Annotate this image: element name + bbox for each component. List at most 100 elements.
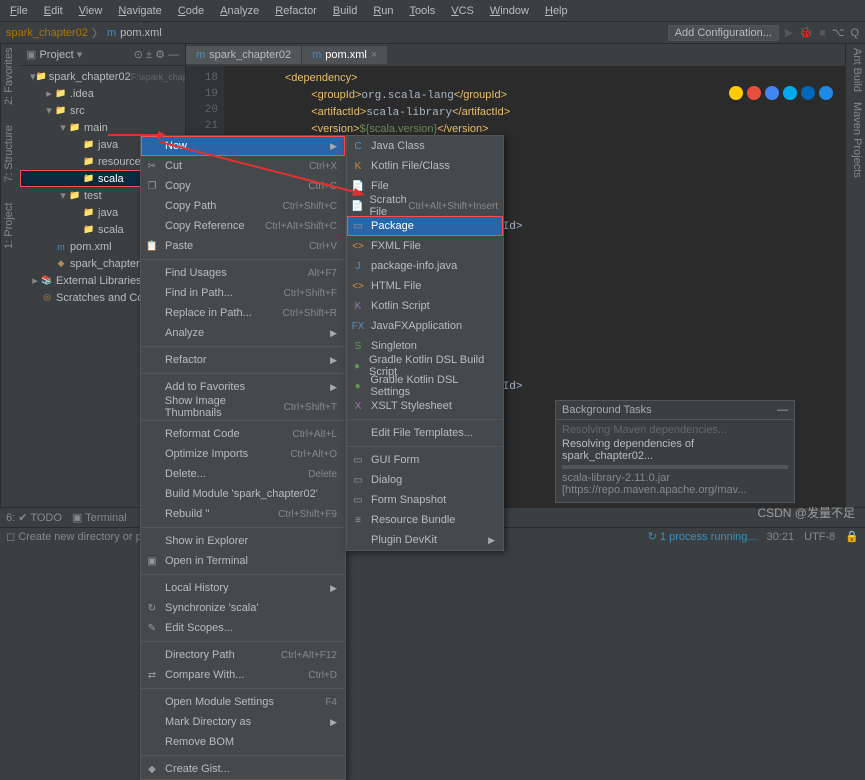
menu-item-remove-bom[interactable]: Remove BOM	[141, 732, 345, 752]
menu-item-gradle-kotlin-dsl-settings[interactable]: ●Gradle Kotlin DSL Settings	[347, 376, 503, 396]
menu-item-local-history[interactable]: Local History ▶	[141, 578, 345, 598]
terminal-tab[interactable]: ▣ Terminal	[72, 511, 127, 524]
breadcrumb-project[interactable]: spark_chapter02	[6, 27, 88, 39]
menu-item-plugin-devkit[interactable]: Plugin DevKit ▶	[347, 530, 503, 550]
gear-icon[interactable]: ⚙	[155, 49, 165, 61]
browser-icon[interactable]	[765, 86, 779, 100]
menu-item-cut[interactable]: ✂CutCtrl+X	[141, 156, 345, 176]
main-menubar[interactable]: FileEditViewNavigate CodeAnalyzeRefactorB…	[0, 0, 865, 22]
menu-item-directory-path[interactable]: Directory PathCtrl+Alt+F12	[141, 645, 345, 665]
menu-item-xslt-stylesheet[interactable]: XXSLT Stylesheet	[347, 396, 503, 416]
menu-file[interactable]: File	[4, 3, 34, 19]
menu-item-optimize-imports[interactable]: Optimize ImportsCtrl+Alt+O	[141, 444, 345, 464]
browser-icon[interactable]	[783, 86, 797, 100]
menu-item-show-in-explorer[interactable]: Show in Explorer	[141, 531, 345, 551]
tree-node-.idea[interactable]: ▸📁.idea	[20, 85, 185, 102]
menu-item-mark-directory-as[interactable]: Mark Directory as ▶	[141, 712, 345, 732]
menu-item-add-to-favorites[interactable]: Add to Favorites ▶	[141, 377, 345, 397]
search-icon[interactable]: Q	[850, 27, 859, 39]
menu-item-edit-file-templates-[interactable]: Edit File Templates...	[347, 423, 503, 443]
git-icon[interactable]: ⌥	[832, 26, 845, 39]
menu-item-create-gist-[interactable]: ◆Create Gist...	[141, 759, 345, 779]
menu-item-javafxapplication[interactable]: FXJavaFXApplication	[347, 316, 503, 336]
menu-code[interactable]: Code	[172, 3, 210, 19]
menu-item-copy-path[interactable]: Copy PathCtrl+Shift+C	[141, 196, 345, 216]
menu-item-edit-scopes-[interactable]: ✎Edit Scopes...	[141, 618, 345, 638]
editor-tab[interactable]: mspark_chapter02	[186, 46, 302, 64]
breadcrumb-file[interactable]: pom.xml	[120, 27, 162, 39]
menu-item-paste[interactable]: 📋PasteCtrl+V	[141, 236, 345, 256]
menu-item-package[interactable]: ▭Package	[347, 216, 503, 236]
menu-item-open-module-settings[interactable]: Open Module SettingsF4	[141, 692, 345, 712]
menu-item-scratch-file[interactable]: 📄Scratch FileCtrl+Alt+Shift+Insert	[347, 196, 503, 216]
minimize-icon[interactable]: —	[777, 404, 788, 416]
browser-icon[interactable]	[819, 86, 833, 100]
menu-item-analyze[interactable]: Analyze ▶	[141, 323, 345, 343]
menu-item-refactor[interactable]: Refactor ▶	[141, 350, 345, 370]
gutter-tab[interactable]: 2: Favorites	[3, 48, 18, 105]
context-menu-main[interactable]: New ▶✂CutCtrl+X❐CopyCtrl+CCopy PathCtrl+…	[140, 135, 346, 780]
browser-icon[interactable]	[729, 86, 743, 100]
gutter-tab[interactable]: Ant Build	[848, 48, 863, 92]
debug-icon[interactable]: 🐞	[799, 26, 813, 39]
editor-tabs[interactable]: mspark_chapter02mpom.xml ×	[186, 44, 845, 66]
menu-edit[interactable]: Edit	[38, 3, 69, 19]
menu-item-show-image-thumbnails[interactable]: Show Image ThumbnailsCtrl+Shift+T	[141, 397, 345, 417]
menu-item-find-in-path-[interactable]: Find in Path...Ctrl+Shift+F	[141, 283, 345, 303]
menu-item-reformat-code[interactable]: Reformat CodeCtrl+Alt+L	[141, 424, 345, 444]
add-configuration-button[interactable]: Add Configuration...	[668, 25, 779, 41]
menu-item-new[interactable]: New ▶	[141, 136, 345, 156]
browser-icon[interactable]	[747, 86, 761, 100]
menu-item-dialog[interactable]: ▭Dialog	[347, 470, 503, 490]
context-menu-new[interactable]: CJava ClassKKotlin File/Class📄File📄Scrat…	[346, 135, 504, 551]
menu-item-html-file[interactable]: <>HTML File	[347, 276, 503, 296]
browser-icon[interactable]	[801, 86, 815, 100]
tree-node-src[interactable]: ▾📁src	[20, 102, 185, 119]
menu-item-kotlin-file-class[interactable]: KKotlin File/Class	[347, 156, 503, 176]
menu-item-synchronize-scala-[interactable]: ↻Synchronize 'scala'	[141, 598, 345, 618]
process-running-link[interactable]: ↻ 1 process running...	[648, 530, 757, 543]
menu-help[interactable]: Help	[539, 3, 574, 19]
menu-build[interactable]: Build	[327, 3, 363, 19]
left-gutter[interactable]: 1: Project 7: Structure 2: Favorites	[0, 44, 20, 507]
hide-icon[interactable]: —	[168, 49, 179, 61]
menu-view[interactable]: View	[73, 3, 109, 19]
menu-item-file[interactable]: 📄File	[347, 176, 503, 196]
menu-item-delete-[interactable]: Delete...Delete	[141, 464, 345, 484]
editor-tab[interactable]: mpom.xml ×	[302, 46, 388, 64]
menu-item-java-class[interactable]: CJava Class	[347, 136, 503, 156]
menu-item-compare-with-[interactable]: ⇄Compare With...Ctrl+D	[141, 665, 345, 685]
menu-tools[interactable]: Tools	[404, 3, 442, 19]
gutter-tab[interactable]: 1: Project	[3, 202, 18, 248]
tree-node-spark_chapter02[interactable]: ▾📁spark_chapter02 F:\spark_chapter02	[20, 68, 185, 85]
collapse-icon[interactable]: ±	[146, 49, 152, 61]
menu-item-copy[interactable]: ❐CopyCtrl+C	[141, 176, 345, 196]
run-icon[interactable]: ▶	[785, 26, 793, 39]
menu-item-find-usages[interactable]: Find UsagesAlt+F7	[141, 263, 345, 283]
menu-analyze[interactable]: Analyze	[214, 3, 265, 19]
menu-item-fxml-file[interactable]: <>FXML File	[347, 236, 503, 256]
menu-navigate[interactable]: Navigate	[112, 3, 167, 19]
menu-refactor[interactable]: Refactor	[269, 3, 323, 19]
menu-item-build-module-spark-chapter02-[interactable]: Build Module 'spark_chapter02'	[141, 484, 345, 504]
background-tasks-panel[interactable]: Background Tasks— Resolving Maven depend…	[555, 400, 795, 503]
cursor-position[interactable]: 30:21	[767, 531, 795, 543]
browser-icons-row[interactable]	[729, 86, 833, 100]
dropdown-icon[interactable]: ▾	[77, 49, 83, 61]
lock-icon[interactable]: 🔒	[845, 530, 859, 543]
menu-item-gradle-kotlin-dsl-build-script[interactable]: ●Gradle Kotlin DSL Build Script	[347, 356, 503, 376]
menu-item-gui-form[interactable]: ▭GUI Form	[347, 450, 503, 470]
menu-item-resource-bundle[interactable]: ≡Resource Bundle	[347, 510, 503, 530]
status-icon[interactable]: ◻	[6, 531, 15, 543]
menu-item-form-snapshot[interactable]: ▭Form Snapshot	[347, 490, 503, 510]
menu-item-kotlin-script[interactable]: KKotlin Script	[347, 296, 503, 316]
menu-item-copy-reference[interactable]: Copy ReferenceCtrl+Alt+Shift+C	[141, 216, 345, 236]
tree-node-main[interactable]: ▾📁main	[20, 119, 185, 136]
menu-item-replace-in-path-[interactable]: Replace in Path...Ctrl+Shift+R	[141, 303, 345, 323]
project-view-title[interactable]: Project	[39, 49, 73, 61]
locate-icon[interactable]: ⊙	[134, 49, 143, 61]
gutter-tab[interactable]: Maven Projects	[848, 102, 863, 178]
menu-item-singleton[interactable]: SSingleton	[347, 336, 503, 356]
gutter-tab[interactable]: 7: Structure	[3, 125, 18, 182]
menu-window[interactable]: Window	[484, 3, 535, 19]
